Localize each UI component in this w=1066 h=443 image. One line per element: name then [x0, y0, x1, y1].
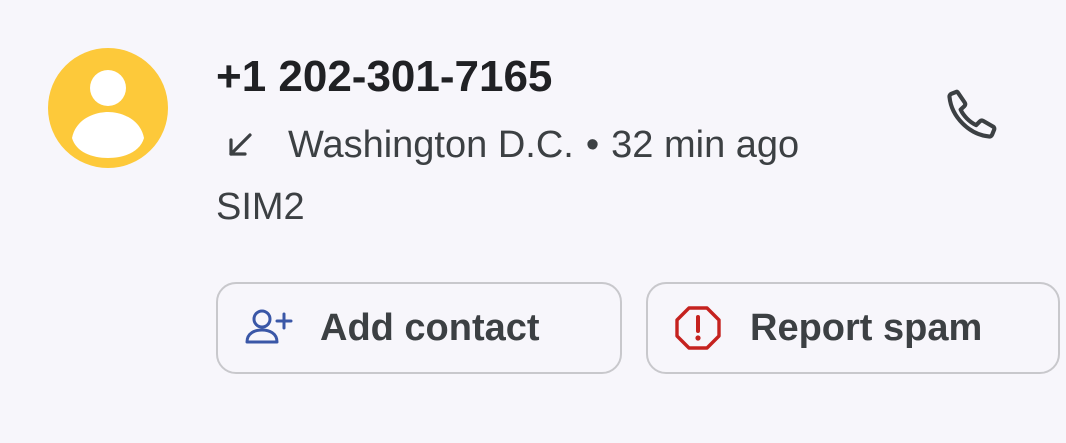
person-icon: [72, 70, 144, 158]
call-time: 32 min ago: [611, 123, 800, 166]
details-separator: •: [585, 123, 600, 166]
incoming-call-arrow-icon: [229, 133, 252, 156]
sim-label: SIM2: [216, 186, 305, 228]
contact-avatar[interactable]: [48, 48, 168, 168]
report-spam-button[interactable]: Report spam: [646, 282, 1060, 374]
phone-number: +1 202-301-7165: [216, 52, 553, 101]
call-log-entry[interactable]: +1 202-301-7165 Washington D.C. • 32 min…: [0, 0, 1066, 443]
call-location: Washington D.C.: [288, 123, 574, 166]
add-contact-label: Add contact: [320, 306, 540, 349]
add-person-icon: [242, 302, 294, 354]
spam-warning-icon: [672, 302, 724, 354]
report-spam-label: Report spam: [750, 306, 983, 349]
call-button[interactable]: [930, 72, 1014, 156]
call-details: Washington D.C. • 32 min ago: [216, 120, 799, 170]
phone-icon: [947, 89, 997, 139]
add-contact-button[interactable]: Add contact: [216, 282, 622, 374]
